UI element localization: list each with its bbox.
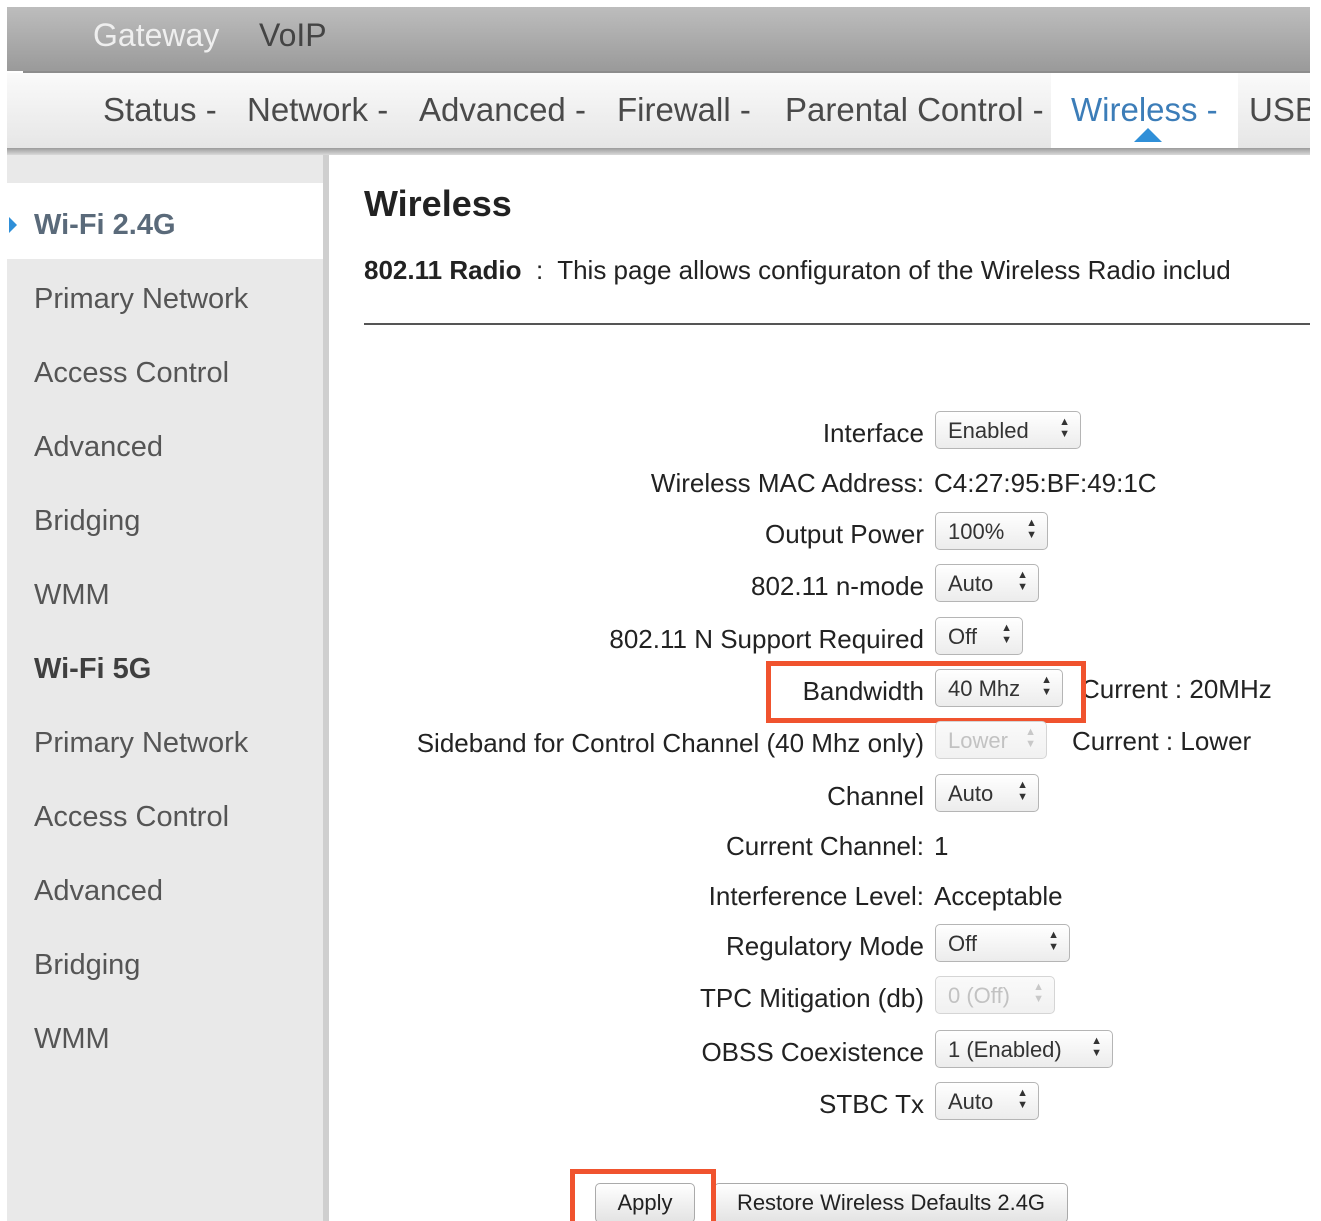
top-menu-bar: Gateway VoIP xyxy=(7,7,1310,71)
output-power-value: 100% xyxy=(948,519,1005,544)
interface-label: Interface xyxy=(822,418,924,448)
nmode-label: 802.11 n-mode xyxy=(751,571,924,601)
nmode-value: Auto xyxy=(948,571,994,596)
sidebar-item-advanced-24g[interactable]: Advanced xyxy=(34,431,163,464)
sidebar-item-bridging-24g[interactable]: Bridging xyxy=(34,505,140,538)
restore-defaults-button[interactable]: Restore Wireless Defaults 2.4G xyxy=(714,1183,1068,1221)
nmode-select[interactable]: Auto ▲ ▼ xyxy=(935,564,1039,602)
tpc-select: 0 (Off) ▲ ▼ xyxy=(935,976,1055,1014)
sidebar-item-access-control-24g[interactable]: Access Control xyxy=(34,357,229,390)
tab-network[interactable]: Network - xyxy=(247,91,388,129)
tab-parental-control[interactable]: Parental Control - xyxy=(785,91,1044,129)
sidebar-group-wifi-24g[interactable]: Wi-Fi 2.4G xyxy=(34,209,176,242)
bandwidth-current: Current : 20MHz xyxy=(1081,674,1272,704)
sidebar-item-primary-network-24g[interactable]: Primary Network xyxy=(34,283,248,316)
section-divider xyxy=(364,323,1310,325)
description-label: 802.11 Radio xyxy=(364,255,522,285)
nav-shadow xyxy=(7,148,1310,155)
regulatory-value: Off xyxy=(948,931,977,956)
select-arrows-icon: ▲ ▼ xyxy=(1091,1035,1102,1059)
regulatory-label: Regulatory Mode xyxy=(726,931,924,961)
interference-value: Acceptable xyxy=(934,881,1063,911)
select-arrows-icon: ▲ ▼ xyxy=(1017,1087,1028,1111)
sidebar: Wi-Fi 2.4G Primary Network Access Contro… xyxy=(7,155,329,1221)
select-arrows-icon: ▲ ▼ xyxy=(1001,622,1012,646)
tpc-label: TPC Mitigation (db) xyxy=(700,983,924,1013)
sidebar-item-bridging-5g[interactable]: Bridging xyxy=(34,949,140,982)
tab-firewall[interactable]: Firewall - xyxy=(617,91,751,129)
output-power-label: Output Power xyxy=(765,519,924,549)
sidebar-item-wmm-5g[interactable]: WMM xyxy=(34,1023,110,1056)
tab-usb[interactable]: USB xyxy=(1249,91,1310,129)
interference-label: Interference Level: xyxy=(708,881,924,911)
description-text: This page allows configuraton of the Wir… xyxy=(557,255,1231,285)
main-content: Wireless 802.11 Radio : This page allows… xyxy=(364,155,1310,1221)
obss-select[interactable]: 1 (Enabled) ▲ ▼ xyxy=(935,1030,1113,1068)
output-power-select[interactable]: 100% ▲ ▼ xyxy=(935,512,1048,550)
bandwidth-highlight-box xyxy=(766,661,1086,723)
channel-label: Channel xyxy=(827,781,924,811)
n-support-value: Off xyxy=(948,624,977,649)
n-support-label: 802.11 N Support Required xyxy=(609,624,924,654)
select-arrows-icon: ▲ ▼ xyxy=(1048,929,1059,953)
obss-value: 1 (Enabled) xyxy=(948,1037,1062,1062)
description-separator: : xyxy=(536,255,544,285)
sidebar-item-primary-network-5g[interactable]: Primary Network xyxy=(34,727,248,760)
select-arrows-icon: ▲ ▼ xyxy=(1017,779,1028,803)
sideband-value: Lower xyxy=(948,728,1008,753)
obss-label: OBSS Coexistence xyxy=(701,1037,924,1067)
sidebar-active-marker-icon xyxy=(9,217,17,233)
regulatory-select[interactable]: Off ▲ ▼ xyxy=(935,924,1070,962)
interface-value: Enabled xyxy=(948,418,1029,443)
sideband-label: Sideband for Control Channel (40 Mhz onl… xyxy=(416,728,924,758)
select-arrows-icon: ▲ ▼ xyxy=(1026,517,1037,541)
channel-value: Auto xyxy=(948,781,994,806)
select-arrows-icon: ▲ ▼ xyxy=(1025,726,1036,750)
page-description: 802.11 Radio : This page allows configur… xyxy=(364,255,1231,286)
top-menu-voip[interactable]: VoIP xyxy=(259,17,327,54)
page-title: Wireless xyxy=(364,183,512,224)
sidebar-item-advanced-5g[interactable]: Advanced xyxy=(34,875,163,908)
current-channel-value: 1 xyxy=(934,831,949,861)
sideband-select: Lower ▲ ▼ xyxy=(935,721,1047,759)
current-channel-label: Current Channel: xyxy=(726,831,924,861)
mac-label: Wireless MAC Address: xyxy=(650,468,924,498)
active-tab-caret-icon xyxy=(1134,128,1162,142)
interface-select[interactable]: Enabled ▲ ▼ xyxy=(935,411,1081,449)
sidebar-item-wmm-24g[interactable]: WMM xyxy=(34,579,110,612)
sidebar-group-wifi-5g[interactable]: Wi-Fi 5G xyxy=(34,653,151,686)
tab-advanced[interactable]: Advanced - xyxy=(419,91,586,129)
n-support-select[interactable]: Off ▲ ▼ xyxy=(935,617,1023,655)
select-arrows-icon: ▲ ▼ xyxy=(1033,981,1044,1005)
mac-value: C4:27:95:BF:49:1C xyxy=(934,468,1157,498)
select-arrows-icon: ▲ ▼ xyxy=(1017,569,1028,593)
stbc-value: Auto xyxy=(948,1089,994,1114)
top-menu-gateway[interactable]: Gateway xyxy=(93,17,219,54)
select-arrows-icon: ▲ ▼ xyxy=(1059,416,1070,440)
channel-select[interactable]: Auto ▲ ▼ xyxy=(935,774,1039,812)
stbc-select[interactable]: Auto ▲ ▼ xyxy=(935,1082,1039,1120)
tab-status[interactable]: Status - xyxy=(103,91,217,129)
main-nav-bar: Status - Network - Advanced - Firewall -… xyxy=(7,73,1310,148)
stbc-label: STBC Tx xyxy=(819,1089,924,1119)
router-admin-page: Gateway VoIP Status - Network - Advanced… xyxy=(7,7,1310,1221)
tpc-value: 0 (Off) xyxy=(948,983,1010,1008)
sidebar-item-access-control-5g[interactable]: Access Control xyxy=(34,801,229,834)
sideband-current: Current : Lower xyxy=(1072,726,1252,756)
apply-highlight-box xyxy=(570,1169,716,1221)
